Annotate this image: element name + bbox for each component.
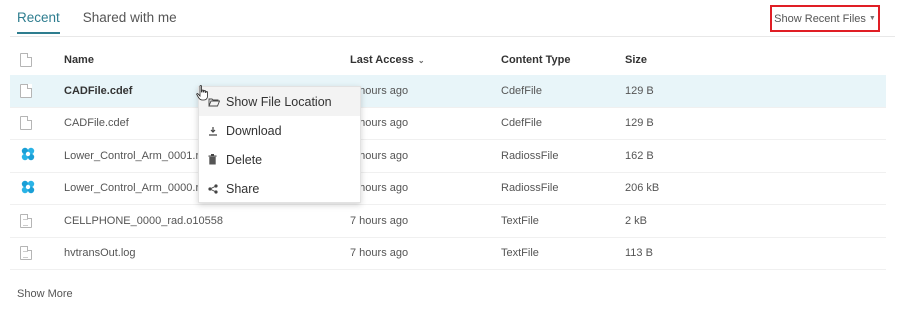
row-icon-cell — [10, 75, 64, 108]
share-icon — [208, 183, 226, 194]
table-row[interactable]: hvtransOut.log 7 hours ago TextFile 113 … — [10, 237, 886, 270]
menu-item-show-file-location[interactable]: Show File Location — [199, 87, 360, 116]
files-table: Name Last Access ⌄ Content Type Size CADF… — [10, 44, 886, 270]
trash-icon — [208, 154, 226, 165]
row-icon-cell — [10, 204, 64, 238]
file-size: 113 B — [625, 237, 886, 270]
show-recent-files-dropdown[interactable]: Show Recent Files ▼ — [770, 5, 880, 32]
show-more-link[interactable]: Show More — [17, 288, 73, 300]
content-type: TextFile — [501, 204, 625, 238]
context-menu: Show File Location Download Delete Share — [198, 86, 361, 203]
header-last-access[interactable]: Last Access ⌄ — [350, 44, 501, 75]
text-file-icon — [20, 246, 32, 261]
content-type: CdefFile — [501, 107, 625, 140]
file-size: 129 B — [625, 107, 886, 140]
menu-item-delete[interactable]: Delete — [199, 145, 360, 174]
file-icon — [20, 83, 32, 98]
file-size: 129 B — [625, 75, 886, 108]
file-size: 2 kB — [625, 204, 886, 238]
last-access: 7 hours ago — [350, 204, 501, 238]
tab-shared-with-me[interactable]: Shared with me — [83, 8, 177, 34]
file-size: 206 kB — [625, 172, 886, 205]
table-row[interactable]: CADFile.cdef 7 hours ago CdefFile 129 B — [10, 107, 886, 140]
file-name[interactable]: CELLPHONE_0000_rad.o10558 — [64, 204, 350, 238]
table-row[interactable]: CELLPHONE_0000_rad.o10558 7 hours ago Te… — [10, 204, 886, 238]
menu-item-share[interactable]: Share — [199, 174, 360, 203]
menu-item-download[interactable]: Download — [199, 116, 360, 145]
hand-pointer-icon — [196, 85, 208, 101]
content-type: RadiossFile — [501, 172, 625, 205]
row-icon-cell — [10, 139, 64, 173]
row-icon-cell — [10, 172, 64, 205]
tab-bar: Recent Shared with me — [17, 8, 177, 34]
last-access: 7 hours ago — [350, 237, 501, 270]
last-access: 7 hours ago — [350, 139, 501, 173]
tab-divider — [10, 36, 895, 37]
text-file-icon — [20, 213, 32, 228]
last-access: 7 hours ago — [350, 75, 501, 108]
row-icon-cell — [10, 107, 64, 140]
download-icon — [208, 126, 226, 136]
tab-recent[interactable]: Recent — [17, 8, 60, 34]
header-file-icon-cell — [10, 44, 64, 75]
table-row[interactable]: CADFile.cdef 7 hours ago CdefFile 129 B — [10, 75, 886, 108]
file-name[interactable]: hvtransOut.log — [64, 237, 350, 270]
file-icon — [20, 52, 32, 67]
sort-descending-icon: ⌄ — [417, 55, 425, 65]
radioss-icon — [21, 180, 35, 193]
file-size: 162 B — [625, 139, 886, 173]
row-icon-cell — [10, 237, 64, 270]
file-icon — [20, 116, 32, 131]
content-type: CdefFile — [501, 75, 625, 108]
chevron-down-icon: ▼ — [868, 15, 876, 22]
content-type: TextFile — [501, 237, 625, 270]
header-name[interactable]: Name — [64, 44, 350, 75]
header-size[interactable]: Size — [625, 44, 886, 75]
table-row[interactable]: Lower_Control_Arm_0000.rad 7 hours ago R… — [10, 172, 886, 205]
last-access: 7 hours ago — [350, 172, 501, 205]
table-row[interactable]: Lower_Control_Arm_0001.rad 7 hours ago R… — [10, 139, 886, 173]
header-content-type[interactable]: Content Type — [501, 44, 625, 75]
filter-label: Show Recent Files — [774, 12, 866, 25]
last-access: 7 hours ago — [350, 107, 501, 140]
radioss-icon — [21, 148, 35, 161]
content-type: RadiossFile — [501, 139, 625, 173]
folder-open-icon — [208, 97, 226, 107]
table-header-row: Name Last Access ⌄ Content Type Size — [10, 44, 886, 75]
